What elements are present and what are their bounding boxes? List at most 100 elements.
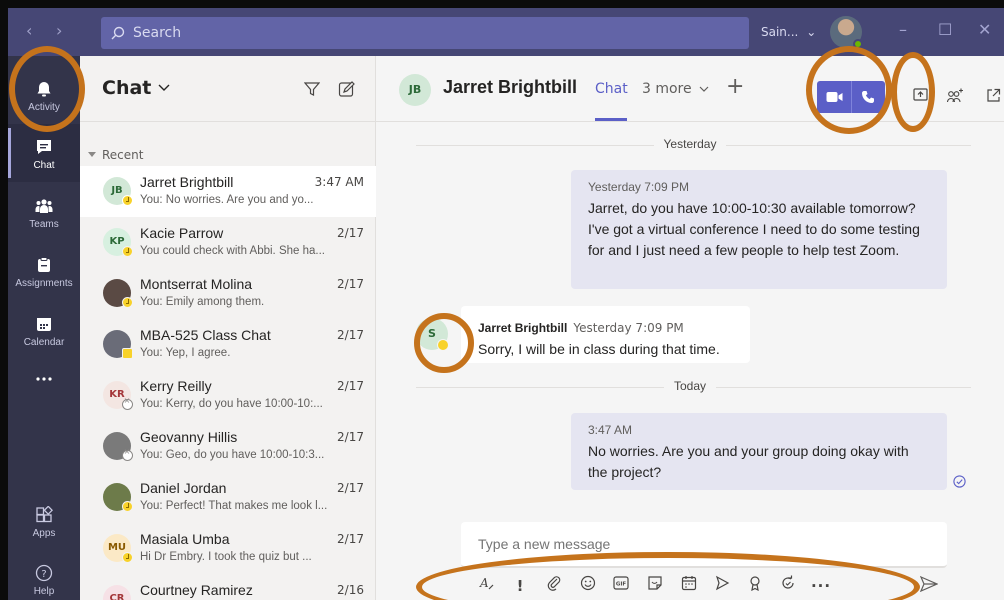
chat-row-preview: You could check with Abbi. She ha... [140, 245, 325, 257]
chat-row[interactable]: JB Jarret Brightbill 3:47 AM You: No worrie… [80, 166, 376, 217]
caret-down-icon [88, 152, 96, 157]
date-divider-label: Yesterday [653, 137, 727, 151]
emoji-icon[interactable] [577, 575, 599, 597]
minimize-icon[interactable]: – [899, 20, 907, 40]
rail-label: Teams [29, 219, 59, 230]
chat-row-preview: Hi Dr Embry. I took the quiz but ... [140, 551, 312, 563]
search-icon [111, 26, 125, 40]
chevron-down-icon [699, 86, 709, 92]
chat-row-preview: You: No worries. Are you and yo... [140, 194, 314, 206]
audio-call-icon[interactable] [861, 90, 875, 104]
rail-label: Assignments [15, 278, 73, 289]
filter-icon[interactable] [304, 81, 320, 97]
search-box[interactable]: Search [101, 17, 749, 49]
date-divider-label: Today [663, 379, 717, 393]
rail-item-assignments[interactable]: Assignments [8, 242, 80, 300]
gif-icon[interactable]: GIF [610, 575, 632, 597]
chat-row-name: MBA-525 Class Chat [140, 327, 271, 343]
praise-icon[interactable] [744, 575, 766, 597]
svg-text:GIF: GIF [616, 582, 627, 588]
rail-item-apps[interactable]: Apps [8, 492, 80, 550]
presence-offline-icon [122, 396, 133, 410]
add-people-icon[interactable] [947, 88, 964, 103]
chat-row-date: 2/17 [337, 328, 364, 342]
org-label: Sain... [761, 25, 799, 39]
rail-item-activity[interactable]: Activity [8, 66, 80, 124]
pop-out-icon[interactable] [986, 88, 1001, 103]
presence-away-icon [122, 348, 133, 359]
bell-icon [37, 82, 51, 97]
rail-item-calendar[interactable]: Calendar [8, 301, 80, 359]
chat-list-pane: Chat Recent JB Jarret Brightbill 3:47 AM Yo… [80, 56, 376, 600]
video-call-icon[interactable] [826, 91, 843, 103]
chat-row[interactable]: CRCourtney Ramirez2/16You: https://... [80, 574, 376, 600]
maximize-icon[interactable]: ☐ [938, 20, 952, 40]
share-screen-icon[interactable] [913, 88, 928, 103]
new-chat-icon[interactable] [338, 80, 356, 98]
chat-row-preview: You: Kerry, do you have 10:00-10:... [140, 398, 323, 410]
attach-icon[interactable] [543, 575, 565, 597]
message-bubble-theirs[interactable]: Jarret Brightbill Yesterday 7:09 PM Sorry… [461, 306, 750, 363]
chat-row-date: 2/17 [337, 481, 364, 495]
read-receipt-icon [953, 475, 966, 488]
chat-row[interactable]: Geovanny Hillis 2/17 You: Geo, do you have… [80, 421, 376, 472]
format-icon[interactable]: A [476, 575, 498, 597]
rail-item-teams[interactable]: Teams [8, 183, 80, 241]
message-timestamp: Yesterday 7:09 PM [588, 180, 689, 194]
compose-box[interactable] [461, 522, 947, 568]
send-icon[interactable] [920, 576, 938, 592]
chat-row[interactable]: MU Masiala Umba 2/17 Hi Dr Embry. I took th… [80, 523, 376, 574]
more-icon [36, 377, 52, 381]
back-arrow-icon[interactable]: ‹ [26, 21, 32, 41]
rail-item-more[interactable] [8, 356, 80, 414]
message-text: No worries. Are you and your group doing… [588, 443, 909, 480]
avatar: CR [103, 585, 131, 600]
apps-icon [36, 506, 53, 523]
chat-row-name: Montserrat Molina [140, 276, 253, 292]
help-icon: ? [35, 564, 53, 582]
chat-row-name: Courtney Ramirez [140, 582, 253, 598]
rail-item-help[interactable]: ? Help [8, 550, 80, 600]
chat-row-date: 2/16 [337, 583, 364, 597]
rail-label: Calendar [23, 337, 65, 348]
close-icon[interactable]: ✕ [978, 20, 991, 40]
add-tab-icon[interactable]: + [726, 76, 744, 98]
message-input[interactable] [478, 536, 918, 552]
more-options-icon[interactable]: ··· [810, 575, 832, 597]
chat-list-title[interactable]: Chat [102, 77, 151, 99]
chat-row[interactable]: Daniel Jordan 2/17 You: Perfect! That make… [80, 472, 376, 523]
important-icon[interactable]: ! [509, 575, 531, 597]
chat-row[interactable]: MBA-525 Class Chat 2/17 You: Yep, I agree. [80, 319, 376, 370]
chat-row[interactable]: Montserrat Molina 2/17 You: Emily among th… [80, 268, 376, 319]
screen-frame: ‹ › Search Sain... ⌄ – ☐ ✕ Activity Chat… [0, 0, 1004, 600]
message-bubble-mine[interactable]: Yesterday 7:09 PM Jarret, do you have 10… [571, 170, 947, 289]
chat-row-date: 2/17 [337, 226, 364, 240]
conversation-header: JB Jarret Brightbill Chat 3 more + [376, 56, 1004, 122]
stream-icon[interactable] [711, 575, 733, 597]
chat-row[interactable]: KP Kacie Parrow 2/17 You could check with A… [80, 217, 376, 268]
chat-row-name: Jarret Brightbill [140, 174, 234, 190]
message-timestamp: 3:47 AM [588, 423, 633, 437]
teams-window: ‹ › Search Sain... ⌄ – ☐ ✕ Activity Chat… [8, 8, 1004, 600]
chevron-down-icon: ⌄ [806, 25, 817, 39]
loop-icon[interactable] [777, 575, 799, 597]
sticker-icon[interactable] [644, 575, 666, 597]
chat-row[interactable]: KRKerry Reilly2/17You: Kerry, do you hav… [80, 370, 376, 421]
chevron-down-icon[interactable] [158, 84, 170, 92]
schedule-meeting-icon[interactable] [678, 575, 700, 597]
chat-list-header: Chat [80, 56, 376, 122]
avatar[interactable]: JB [399, 74, 431, 106]
rail-item-chat[interactable]: Chat [8, 124, 80, 182]
assignments-icon [38, 257, 50, 272]
presence-away-icon [122, 195, 133, 206]
conversation-title: Jarret Brightbill [443, 77, 578, 97]
recent-section-header[interactable]: Recent [88, 148, 143, 162]
chat-row-date: 3:47 AM [314, 175, 364, 189]
org-switcher[interactable]: Sain... ⌄ [761, 8, 816, 56]
message-bubble-mine[interactable]: 3:47 AM No worries. Are you and your gro… [571, 413, 947, 490]
tab-more[interactable]: 3 more [642, 81, 709, 97]
forward-arrow-icon[interactable]: › [56, 21, 62, 41]
message-author: Jarret Brightbill [478, 321, 568, 335]
chat-row-preview: You: Emily among them. [140, 296, 265, 308]
tab-chat[interactable]: Chat [595, 81, 628, 97]
